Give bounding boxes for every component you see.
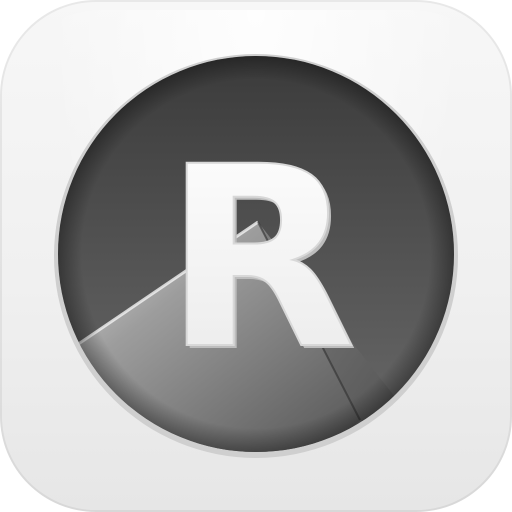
logo-emblem: R R [54,54,458,458]
app-icon: R R [0,0,512,512]
logo-letter: R [164,113,357,404]
